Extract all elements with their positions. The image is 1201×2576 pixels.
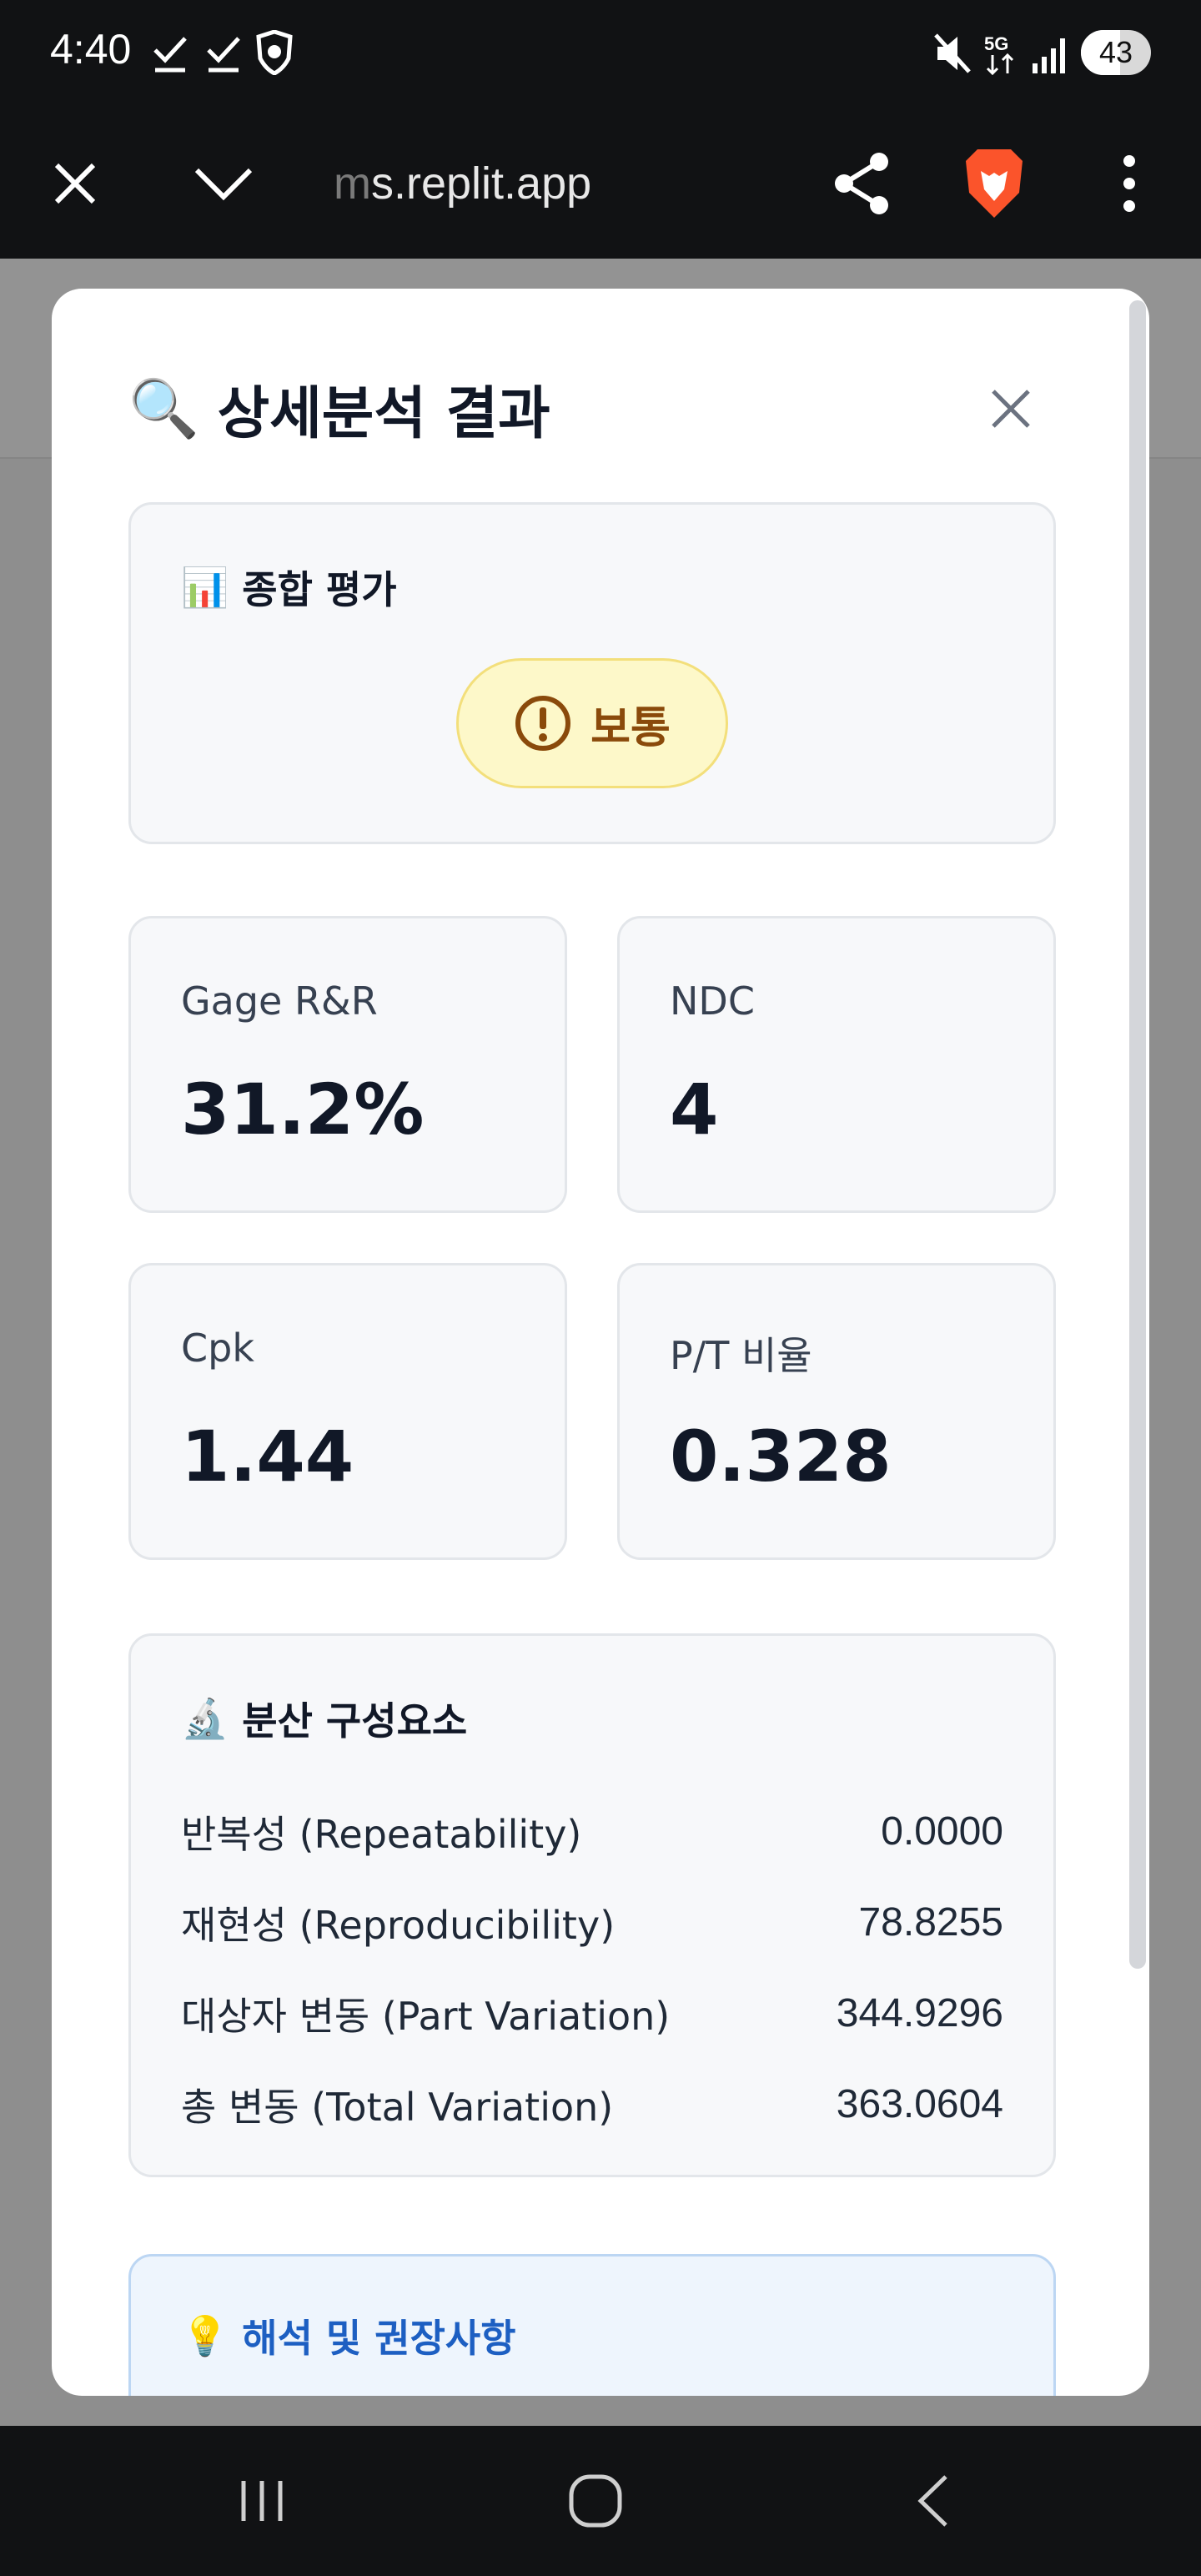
modal-title-text: 상세분석 결과 — [217, 381, 550, 447]
variance-components-card: 🔬 분산 구성요소 반복성 (Repeatability) 0.0000 재현성… — [128, 1633, 1056, 2177]
url-bar[interactable]: ms.replit.app — [334, 142, 591, 225]
variance-value: 78.8255 — [858, 1900, 1003, 1945]
battery-level: 43 — [1098, 35, 1133, 69]
status-label: 보통 — [590, 702, 671, 753]
close-icon — [54, 163, 96, 204]
metric-label: Gage R&R — [181, 979, 378, 1024]
overall-heading: 📊 종합 평가 — [181, 564, 397, 613]
microscope-icon: 🔬 — [181, 1695, 229, 1741]
variance-row: 재현성 (Reproducibility) 78.8255 — [181, 1877, 1003, 1968]
back-button[interactable] — [891, 2459, 974, 2543]
metric-card-gage-rr: Gage R&R 31.2% — [128, 916, 567, 1213]
status-badge: 보통 — [456, 658, 728, 788]
variance-label: 반복성 (Repeatability) — [181, 1811, 582, 1857]
chevron-down-icon — [194, 168, 253, 201]
metric-label: Cpk — [181, 1326, 254, 1371]
variance-value: 0.0000 — [881, 1809, 1003, 1854]
mute-icon — [934, 33, 971, 73]
variance-list: 반복성 (Repeatability) 0.0000 재현성 (Reproduc… — [181, 1786, 1003, 2150]
metric-label: P/T 비율 — [670, 1333, 812, 1378]
warning-circle-icon — [515, 696, 571, 751]
status-bar: 4:40 5G 43 — [0, 0, 1201, 108]
interpretation-heading: 💡 해석 및 권장사항 — [181, 2312, 516, 2362]
bar-chart-icon: 📊 — [181, 564, 229, 610]
modal-title: 🔍 상세분석 결과 — [128, 367, 550, 450]
interpretation-card: 💡 해석 및 권장사항 — [128, 2254, 1056, 2396]
variance-value: 344.9296 — [836, 1991, 1003, 2035]
5g-icon: 5G — [984, 33, 1014, 76]
analysis-modal: 🔍 상세분석 결과 📊 종합 평가 보통 Gage R&R 31.2% NDC … — [52, 289, 1149, 2396]
overall-evaluation-card: 📊 종합 평가 보통 — [128, 502, 1056, 844]
metric-label: NDC — [670, 979, 755, 1024]
modal-close-button[interactable] — [977, 375, 1044, 442]
share-button[interactable] — [821, 142, 904, 225]
variance-label: 재현성 (Reproducibility) — [181, 1902, 616, 1948]
share-icon — [835, 153, 888, 214]
metric-value: 31.2% — [181, 1069, 425, 1150]
home-button[interactable] — [554, 2459, 637, 2543]
metric-card-cpk: Cpk 1.44 — [128, 1263, 567, 1560]
variance-label: 대상자 변동 (Part Variation) — [181, 1993, 671, 2039]
recents-icon — [241, 2481, 283, 2521]
battery-icon: 43 — [1081, 30, 1151, 75]
browser-toolbar: ms.replit.app — [0, 108, 1201, 259]
modal-scrollbar[interactable] — [1129, 300, 1146, 1969]
check-icon — [153, 37, 187, 73]
variance-value: 363.0604 — [836, 2082, 1003, 2126]
status-time: 4:40 — [50, 26, 132, 73]
brave-lion-icon — [966, 149, 1023, 218]
more-vert-icon — [1123, 155, 1135, 212]
close-icon — [992, 390, 1030, 428]
variance-row: 대상자 변동 (Part Variation) 344.9296 — [181, 1968, 1003, 2059]
more-options-button[interactable] — [1088, 142, 1171, 225]
magnifier-icon: 🔍 — [128, 375, 199, 442]
metric-card-pt-ratio: P/T 비율 0.328 — [617, 1263, 1056, 1560]
lightbulb-icon: 💡 — [181, 2312, 229, 2358]
system-nav-bar — [0, 2426, 1201, 2576]
variance-row: 총 변동 (Total Variation) 363.0604 — [181, 2059, 1003, 2150]
recents-button[interactable] — [220, 2459, 304, 2543]
close-tab-button[interactable] — [33, 142, 117, 225]
collapse-button[interactable] — [182, 142, 265, 225]
metric-card-ndc: NDC 4 — [617, 916, 1056, 1213]
check-icon — [207, 37, 240, 73]
metric-value: 4 — [670, 1069, 719, 1150]
metric-value: 0.328 — [670, 1416, 892, 1497]
svg-text:5G: 5G — [984, 33, 1008, 54]
brave-shield-icon — [256, 30, 293, 75]
home-icon — [569, 2474, 622, 2528]
brave-rewards-button[interactable] — [952, 142, 1036, 225]
variance-heading: 🔬 분산 구성요소 — [181, 1695, 468, 1744]
signal-icon — [1033, 38, 1065, 73]
variance-label: 총 변동 (Total Variation) — [181, 2084, 614, 2130]
url-text: s.replit.app — [370, 158, 592, 209]
metric-value: 1.44 — [181, 1416, 354, 1497]
variance-row: 반복성 (Repeatability) 0.0000 — [181, 1786, 1003, 1877]
back-icon — [917, 2475, 947, 2527]
